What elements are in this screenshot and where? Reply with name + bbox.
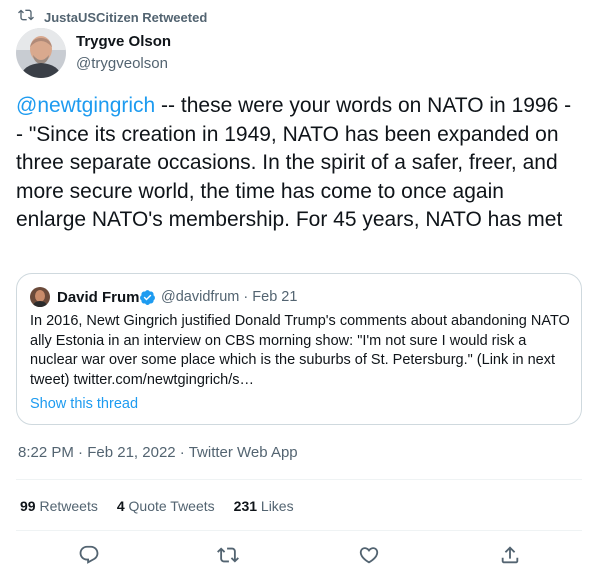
likes-label: Likes (260, 498, 294, 514)
retweet-context[interactable]: JustaUSCitizen Retweeted (18, 8, 207, 26)
tweet-source[interactable]: Twitter Web App (189, 444, 298, 461)
quotes-label: Quote Tweets (128, 498, 215, 514)
quote-author-name: David Frum (57, 289, 140, 306)
likes-count: 231 (233, 498, 258, 514)
tweet-time[interactable]: 8:22 PM (18, 444, 74, 461)
author-name[interactable]: Trygve Olson (76, 33, 171, 50)
quote-tweet-card[interactable]: David Frum @davidfrum · Feb 21 In 2016, … (16, 273, 582, 425)
reply-icon[interactable] (78, 544, 100, 566)
quote-avatar (30, 287, 50, 307)
retweets-label: Retweets (39, 498, 98, 514)
like-icon[interactable] (358, 544, 380, 566)
retweets-stat[interactable]: 99 Retweets (20, 498, 98, 514)
retweet-label: JustaUSCitizen Retweeted (44, 9, 208, 25)
avatar[interactable] (16, 28, 66, 78)
verified-badge-icon (139, 289, 156, 306)
tweet-text: @newtgingrich -- these were your words o… (16, 92, 576, 235)
engagement-stats: 99 Retweets 4 Quote Tweets 231 Likes (20, 498, 294, 514)
tweet-date[interactable]: Feb 21, 2022 (87, 444, 175, 461)
action-bar (16, 540, 582, 570)
meta-separator: · (175, 444, 189, 461)
meta-separator: · (73, 444, 88, 461)
share-icon[interactable] (499, 544, 521, 566)
retweet-icon[interactable] (217, 544, 239, 566)
quote-text: In 2016, Newt Gingrich justified Donald … (30, 313, 570, 388)
retweet-icon (18, 7, 34, 28)
quote-tweets-stat[interactable]: 4 Quote Tweets (117, 498, 215, 514)
show-thread-link[interactable]: Show this thread (30, 396, 138, 412)
likes-stat[interactable]: 231 Likes (234, 498, 294, 514)
retweets-count: 99 (20, 498, 36, 514)
author-handle[interactable]: @trygveolson (76, 55, 168, 72)
divider (16, 530, 582, 531)
quote-handle-date: @davidfrum · Feb 21 (161, 289, 298, 305)
tweet-timestamp: 8:22 PM · Feb 21, 2022 · Twitter Web App (18, 444, 298, 461)
mention-link[interactable]: @newtgingrich (16, 94, 155, 117)
quotes-count: 4 (116, 498, 125, 514)
divider (16, 479, 582, 480)
